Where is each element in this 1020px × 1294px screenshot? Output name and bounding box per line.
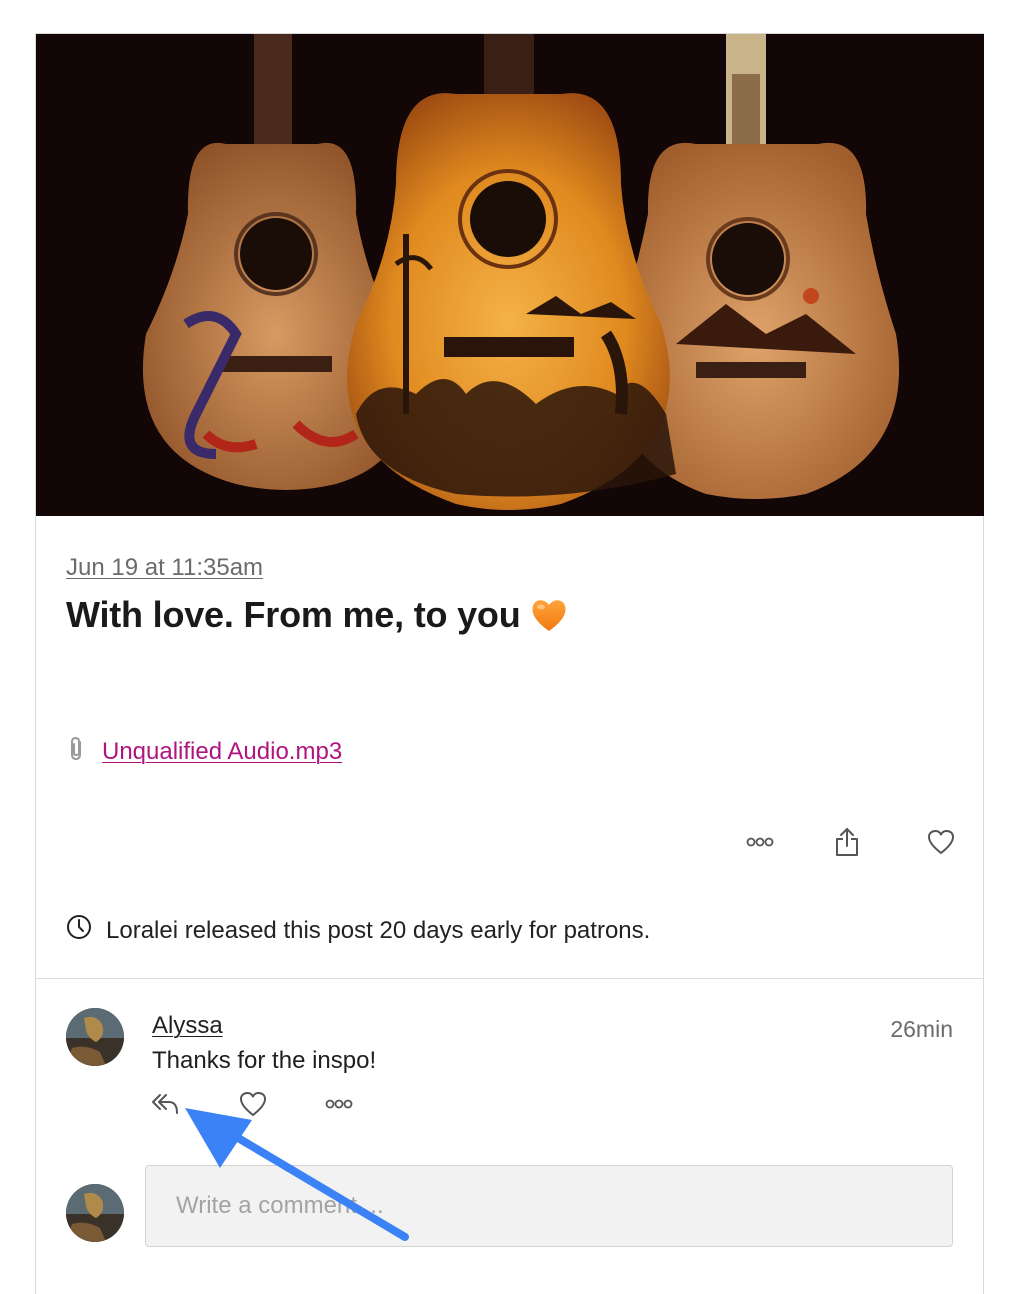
post-title: With love. From me, to you bbox=[66, 594, 569, 636]
clock-icon bbox=[66, 914, 92, 947]
comment-author[interactable]: Alyssa bbox=[152, 1012, 223, 1040]
reply-icon bbox=[151, 1093, 179, 1120]
comment-like-button[interactable] bbox=[236, 1089, 270, 1123]
comment-actions bbox=[148, 1089, 388, 1123]
comment-input[interactable] bbox=[145, 1165, 953, 1247]
avatar bbox=[66, 1184, 124, 1242]
post-like-button[interactable] bbox=[921, 824, 961, 864]
comment-reply-button[interactable] bbox=[148, 1089, 182, 1123]
orange-heart-emoji-icon bbox=[529, 595, 569, 635]
comment-time: 26min bbox=[890, 1016, 953, 1042]
attachment-link[interactable]: Unqualified Audio.mp3 bbox=[102, 738, 342, 766]
post-attachment: Unqualified Audio.mp3 bbox=[66, 736, 342, 767]
early-release-text: Loralei released this post 20 days early… bbox=[106, 916, 651, 944]
post-actions-bar bbox=[36, 824, 984, 864]
comment-text: Thanks for the inspo! bbox=[152, 1047, 377, 1074]
comment-more-button[interactable] bbox=[322, 1089, 356, 1123]
heart-icon bbox=[927, 829, 955, 860]
more-dots-icon bbox=[746, 835, 774, 853]
avatar[interactable] bbox=[66, 1008, 124, 1066]
share-icon bbox=[834, 827, 860, 862]
heart-icon bbox=[239, 1091, 267, 1122]
comments-divider bbox=[36, 978, 984, 979]
more-dots-icon bbox=[325, 1097, 353, 1115]
post-share-button[interactable] bbox=[827, 824, 867, 864]
paperclip-icon bbox=[66, 736, 88, 767]
post-title-text: With love. From me, to you bbox=[66, 594, 521, 635]
early-release-notice: Loralei released this post 20 days early… bbox=[66, 914, 650, 947]
post-hero-image bbox=[36, 34, 984, 516]
post-more-button[interactable] bbox=[740, 824, 780, 864]
post-card: Jun 19 at 11:35am With love. From me, to… bbox=[35, 33, 984, 1294]
post-date[interactable]: Jun 19 at 11:35am bbox=[66, 554, 263, 582]
